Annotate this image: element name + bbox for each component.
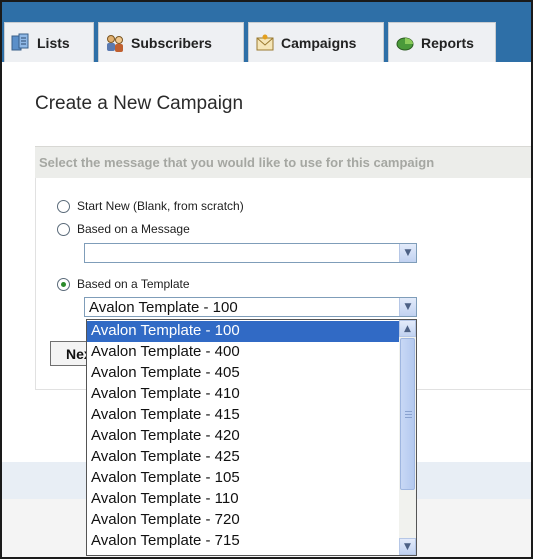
template-option[interactable]: Avalon Template - 400 xyxy=(87,342,401,363)
scroll-thumb[interactable] xyxy=(400,338,415,490)
scroll-down-button[interactable]: ▼ xyxy=(399,538,416,555)
tab-subscribers-label: Subscribers xyxy=(131,34,212,51)
campaigns-icon xyxy=(256,34,274,50)
template-option[interactable]: Avalon Template - 415 xyxy=(87,405,401,426)
tab-subscribers[interactable]: Subscribers xyxy=(98,22,244,62)
grip-line xyxy=(405,411,412,412)
message-select-dropdown-button[interactable]: ▼ xyxy=(399,244,416,262)
template-select-value: Avalon Template - 100 xyxy=(89,299,238,316)
main-content: Create a New Campaign Select the message… xyxy=(2,62,531,557)
template-option[interactable]: Avalon Template - 720 xyxy=(87,510,401,531)
template-option[interactable]: Avalon Template - 420 xyxy=(87,426,401,447)
template-option[interactable]: Avalon Template - 110 xyxy=(87,489,401,510)
subscribers-icon xyxy=(107,34,123,52)
grip-line xyxy=(405,414,412,415)
based-on-template-label: Based on a Template xyxy=(77,277,190,291)
option-start-new[interactable]: Start New (Blank, from scratch) xyxy=(57,199,244,213)
dropdown-scrollbar[interactable]: ▲ ▼ xyxy=(399,320,416,555)
based-on-template-radio[interactable] xyxy=(57,277,70,291)
template-option[interactable]: Avalon Template - 425 xyxy=(87,447,401,468)
tab-campaigns-label: Campaigns xyxy=(281,34,357,51)
template-select-dropdown-button[interactable]: ▼ xyxy=(399,298,416,316)
tab-reports-label: Reports xyxy=(421,34,474,51)
grip-line xyxy=(405,417,412,418)
based-on-message-label: Based on a Message xyxy=(77,222,190,236)
template-option[interactable]: Avalon Template - 410 xyxy=(87,384,401,405)
page-title: Create a New Campaign xyxy=(35,93,244,114)
reports-icon xyxy=(396,37,414,50)
option-based-on-template[interactable]: Based on a Template xyxy=(57,277,190,291)
start-new-radio[interactable] xyxy=(57,199,70,213)
message-select[interactable]: ▼ xyxy=(84,243,417,263)
based-on-message-radio[interactable] xyxy=(57,222,70,236)
instruction-text: Select the message that you would like t… xyxy=(39,155,435,170)
option-based-on-message[interactable]: Based on a Message xyxy=(57,222,190,236)
tab-campaigns[interactable]: Campaigns xyxy=(248,22,384,62)
template-option[interactable]: Avalon Template - 405 xyxy=(87,363,401,384)
tab-lists[interactable]: Lists xyxy=(4,22,94,62)
template-select[interactable]: Avalon Template - 100 ▼ xyxy=(84,297,417,317)
template-option[interactable]: Avalon Template - 715 xyxy=(87,531,401,552)
template-dropdown-list[interactable]: Avalon Template - 100 Avalon Template - 4… xyxy=(86,319,417,556)
app-window: Lists Subscribers Campaigns Reports Crea… xyxy=(0,0,533,559)
template-option[interactable]: Avalon Template - 105 xyxy=(87,468,401,489)
lists-icon xyxy=(11,33,29,50)
tab-reports[interactable]: Reports xyxy=(388,22,496,62)
chevron-down-icon: ▼ xyxy=(404,302,412,312)
scroll-up-button[interactable]: ▲ xyxy=(399,320,416,337)
chevron-down-icon: ▼ xyxy=(404,248,412,258)
tab-bar: Lists Subscribers Campaigns Reports xyxy=(2,2,531,62)
instruction-bar: Select the message that you would like t… xyxy=(35,146,531,178)
start-new-label: Start New (Blank, from scratch) xyxy=(77,199,244,213)
template-option[interactable]: Avalon Template - 100 xyxy=(87,321,401,342)
chevron-down-icon: ▼ xyxy=(404,541,411,552)
tab-lists-label: Lists xyxy=(37,34,70,51)
chevron-up-icon: ▲ xyxy=(404,323,411,334)
